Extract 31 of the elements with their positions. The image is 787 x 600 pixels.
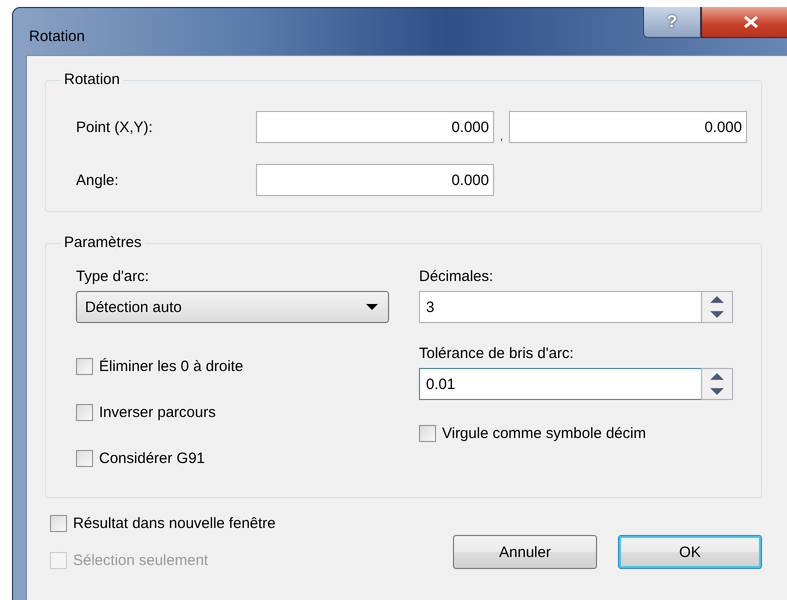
field-label: Tolérance de bris d'arc: — [419, 345, 575, 362]
field-label: Type d'arc: — [76, 268, 150, 285]
checkbox[interactable] — [76, 404, 93, 420]
checkbox[interactable] — [50, 514, 67, 532]
close-icon — [743, 15, 759, 29]
spin-buttons[interactable] — [701, 368, 733, 400]
checkbox-label: Inverser parcours — [99, 404, 216, 420]
tolerance-field[interactable]: 0.01 — [419, 368, 701, 400]
checkbox[interactable] — [76, 358, 93, 374]
window-title: Rotation — [29, 28, 85, 45]
spin-buttons[interactable] — [701, 291, 733, 323]
field-label: Point (X,Y): — [76, 118, 154, 136]
field-label: Décimales: — [419, 268, 494, 285]
separator: , — [499, 131, 504, 143]
checkbox[interactable] — [419, 424, 436, 442]
angle-field[interactable]: 0.000 — [256, 164, 494, 196]
checkbox-label: Sélection seulement — [73, 552, 208, 568]
field-label: Angle: — [76, 172, 120, 188]
decimals-field[interactable]: 3 — [419, 291, 701, 323]
close-button[interactable] — [701, 7, 787, 38]
checkbox-label: Résultat dans nouvelle fenêtre — [73, 514, 276, 532]
x-field[interactable]: 0.000 — [256, 111, 494, 143]
arc-type-dropdown[interactable]: Détection auto — [76, 291, 389, 323]
checkbox-label: Considérer G91 — [99, 450, 205, 466]
checkbox-label: Éliminer les 0 à droite — [99, 358, 244, 374]
checkbox[interactable] — [76, 450, 93, 466]
y-field[interactable]: 0.000 — [509, 111, 747, 143]
ok-button[interactable]: OK — [618, 535, 762, 569]
caret-icon — [366, 304, 378, 310]
checkbox-label: Virgule comme symbole décim — [442, 424, 646, 442]
cancel-button[interactable]: Annuler — [453, 535, 597, 569]
